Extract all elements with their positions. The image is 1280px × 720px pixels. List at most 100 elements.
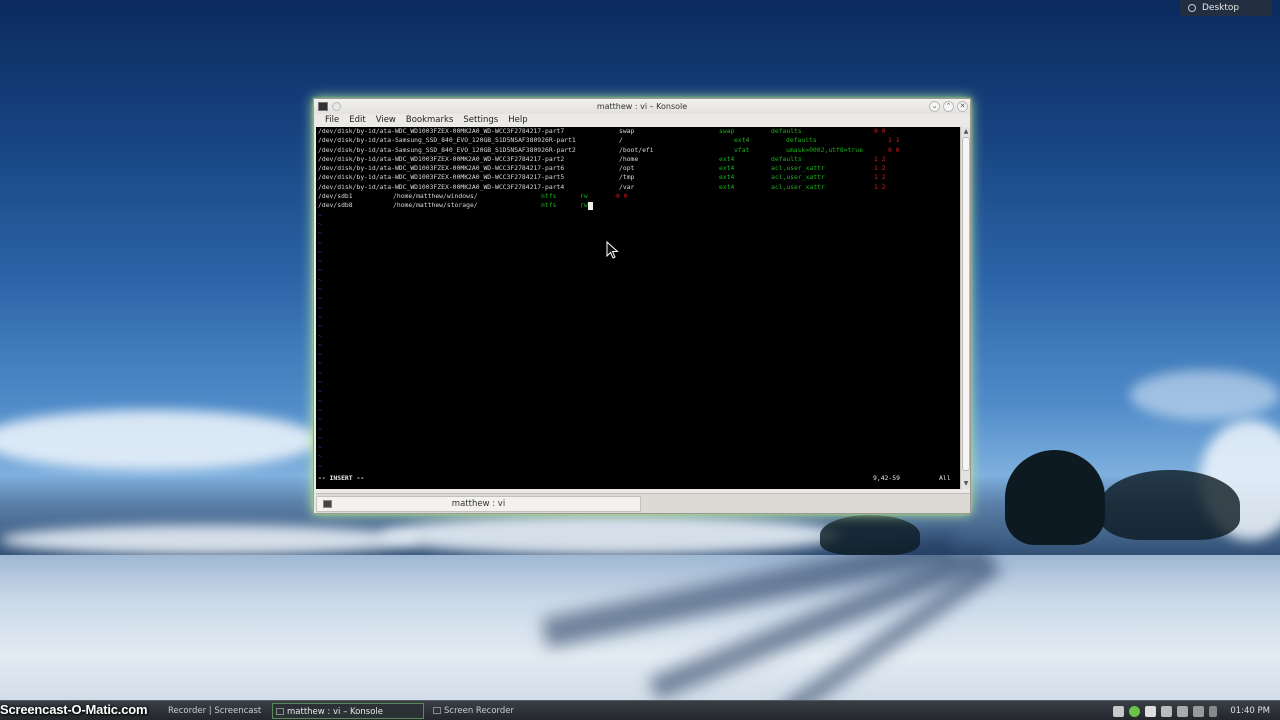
dump-pass: 1 2 <box>874 182 886 191</box>
desktop-icon <box>1188 4 1196 12</box>
menu-file[interactable]: File <box>320 114 344 127</box>
fs-type: ext4 <box>719 173 735 182</box>
device-path: /dev/disk/by-id/ata-WDC_WD1003FZEX-00MK2… <box>318 127 565 135</box>
empty-line-tilde: ~ <box>318 312 322 321</box>
taskbar-item-recorder[interactable]: Recorder | Screencast <box>150 703 262 719</box>
tab-bar: matthew : vi <box>316 493 970 513</box>
clock[interactable]: 01:40 PM <box>1230 706 1270 716</box>
menu-view[interactable]: View <box>371 114 401 127</box>
terminal-app-icon[interactable] <box>318 102 328 111</box>
cursor-position: 9,42-59 <box>873 474 900 482</box>
battery-icon[interactable] <box>1193 705 1205 717</box>
empty-line-tilde: ~ <box>318 275 322 284</box>
empty-line-tilde: ~ <box>318 452 322 461</box>
taskbar-item-konsole[interactable]: matthew : vi – Konsole <box>272 703 424 719</box>
dump-pass: 1 2 <box>874 173 886 182</box>
device-path: /dev/disk/by-id/ata-WDC_WD1003FZEX-00MK2… <box>318 173 565 182</box>
empty-line-tilde: ~ <box>318 424 322 433</box>
dump-pass: 1 1 <box>888 136 900 145</box>
dump-pass: 1 2 <box>874 164 886 173</box>
mount-point: /home/matthew/windows/ <box>393 192 478 201</box>
tab-label: matthew : vi <box>451 499 506 509</box>
window-title: matthew : vi – Konsole <box>596 102 688 111</box>
minimize-button[interactable]: ⌄ <box>929 101 940 112</box>
taskbar: Recorder | Screencast matthew : vi – Kon… <box>0 700 1280 720</box>
taskbar-item-screen-recorder[interactable]: Screen Recorder <box>430 703 560 719</box>
terminal-area[interactable]: /dev/disk/by-id/ata-WDC_WD1003FZEX-00MK2… <box>316 127 960 489</box>
empty-line-tilde: ~ <box>318 219 322 228</box>
text-cursor <box>588 201 593 210</box>
volume-icon[interactable] <box>1177 705 1189 717</box>
empty-line-markers: ~ ~ ~ ~ ~ ~ ~ ~ ~ ~ ~ ~ ~ ~ ~ ~ ~ ~ ~ ~ ~ ~ ~ ~ ~ ~ ~ ~ <box>316 211 960 471</box>
empty-line-tilde: ~ <box>318 229 322 238</box>
update-icon[interactable] <box>1129 705 1141 717</box>
mount-options: acl,user_xattr <box>771 173 825 182</box>
fs-type: ext4 <box>719 182 735 191</box>
empty-line-tilde: ~ <box>318 461 322 470</box>
scroll-indicator: All <box>939 474 951 482</box>
mount-point: / <box>619 136 623 145</box>
scroll-down-icon[interactable]: ▼ <box>962 480 970 488</box>
desktop-button[interactable]: Desktop <box>1180 0 1272 16</box>
dump-pass: 0 0 <box>888 145 900 154</box>
menu-edit[interactable]: Edit <box>344 114 370 127</box>
mount-point: /opt <box>619 164 635 173</box>
window-titlebar[interactable]: matthew : vi – Konsole ⌄ ⌃ ✕ <box>314 99 970 114</box>
tray-expand-icon[interactable] <box>1209 705 1218 717</box>
mount-options: rw <box>580 201 588 210</box>
mount-options: umask=0002,utf8=true <box>786 145 863 154</box>
empty-line-tilde: ~ <box>318 350 322 359</box>
empty-line-tilde: ~ <box>318 331 322 340</box>
network-icon[interactable] <box>1161 705 1173 717</box>
dump-pass: 0 0 <box>616 192 628 201</box>
empty-line-tilde: ~ <box>318 210 322 219</box>
mount-point: /home <box>619 154 639 163</box>
empty-line-tilde: ~ <box>318 322 322 331</box>
screen-recorder-icon <box>433 707 441 714</box>
fstab-line: /dev/disk/by-id/ata-Samsung_SSD_840_EVO_… <box>316 136 960 145</box>
device-path: /dev/disk/by-id/ata-WDC_WD1003FZEX-00MK2… <box>318 182 565 191</box>
empty-line-tilde: ~ <box>318 238 322 247</box>
device-path: /dev/sdb1 <box>318 192 353 201</box>
mount-point: /boot/efi <box>619 145 654 154</box>
fs-type: vfat <box>734 145 750 154</box>
mount-options: acl,user_xattr <box>771 164 825 173</box>
pin-icon[interactable] <box>332 102 341 111</box>
taskbar-item-label: matthew : vi – Konsole <box>287 707 383 717</box>
device-path: /dev/disk/by-id/ata-WDC_WD1003FZEX-00MK2… <box>318 164 565 173</box>
empty-line-tilde: ~ <box>318 257 322 266</box>
empty-line-tilde: ~ <box>318 396 322 405</box>
recording-icon[interactable] <box>1113 705 1125 717</box>
menu-settings[interactable]: Settings <box>458 114 503 127</box>
empty-line-tilde: ~ <box>318 443 322 452</box>
konsole-window: matthew : vi – Konsole ⌄ ⌃ ✕ File Edit V… <box>313 98 971 514</box>
maximize-button[interactable]: ⌃ <box>943 101 954 112</box>
empty-line-tilde: ~ <box>318 433 322 442</box>
empty-line-tilde: ~ <box>318 359 322 368</box>
menu-help[interactable]: Help <box>503 114 532 127</box>
dump-pass: 0 0 <box>874 127 886 135</box>
fstab-line: /dev/disk/by-id/ata-WDC_WD1003FZEX-00MK2… <box>316 127 960 136</box>
empty-line-tilde: ~ <box>318 387 322 396</box>
terminal-scrollbar[interactable]: ▲ ▼ <box>960 127 970 489</box>
clipboard-icon[interactable] <box>1145 705 1157 717</box>
tab-matthew-vi[interactable]: matthew : vi <box>316 496 641 512</box>
fstab-line: /dev/disk/by-id/ata-WDC_WD1003FZEX-00MK2… <box>316 155 960 164</box>
fs-type: ntfs <box>541 192 557 201</box>
fstab-lines: /dev/disk/by-id/ata-WDC_WD1003FZEX-00MK2… <box>316 127 960 211</box>
device-path: /dev/sdb8 <box>318 201 353 210</box>
empty-line-tilde: ~ <box>318 368 322 377</box>
mount-options: rw <box>580 192 588 201</box>
mount-options: defaults <box>786 136 817 145</box>
close-button[interactable]: ✕ <box>957 101 968 112</box>
fstab-line: /dev/disk/by-id/ata-WDC_WD1003FZEX-00MK2… <box>316 183 960 192</box>
empty-line-tilde: ~ <box>318 294 322 303</box>
mouse-pointer-icon <box>606 241 619 259</box>
terminal-tab-icon <box>323 500 332 508</box>
scroll-thumb[interactable] <box>962 137 970 471</box>
mount-options: defaults <box>771 127 802 135</box>
menu-bookmarks[interactable]: Bookmarks <box>401 114 459 127</box>
empty-line-tilde: ~ <box>318 303 322 312</box>
scroll-up-icon[interactable]: ▲ <box>962 128 970 136</box>
fs-type: swap <box>719 127 735 135</box>
